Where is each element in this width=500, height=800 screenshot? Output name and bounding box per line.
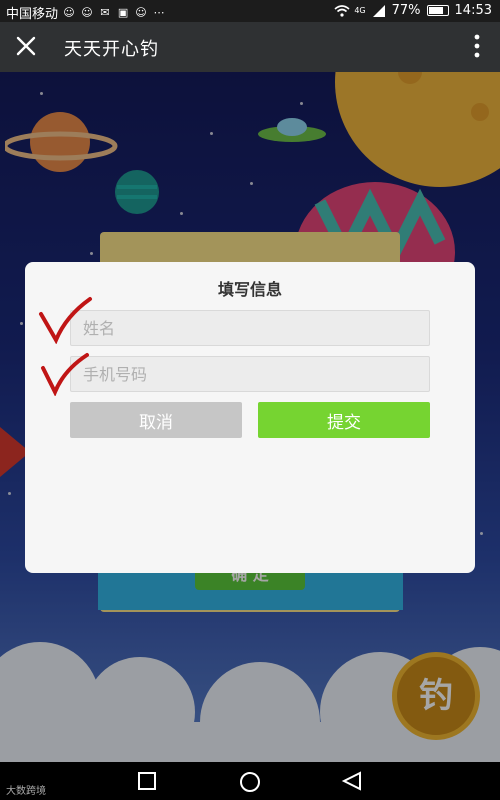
notification-icon: ☺	[135, 5, 147, 19]
more-menu-icon[interactable]	[474, 34, 480, 58]
checkmark-icon	[39, 297, 92, 344]
image-icon: ▣	[117, 5, 129, 19]
home-icon[interactable]	[239, 771, 261, 793]
notification-icon: ☺	[63, 5, 75, 19]
carrier-label: 中国移动	[6, 7, 59, 22]
battery-percent: 77%	[391, 3, 421, 18]
watermark-text: 大数跨境	[6, 786, 46, 797]
cancel-button[interactable]: 取消	[70, 402, 242, 438]
title-bar: 天天开心钓	[0, 22, 500, 72]
checkmark-icon	[41, 353, 89, 396]
close-icon[interactable]	[14, 34, 38, 58]
more-notifications-icon: ⋯	[153, 5, 165, 19]
phone-input[interactable]	[70, 356, 430, 392]
status-bar: 中国移动 ☺ ☺ ✉ ▣ ☺ ⋯ 4G 77% 14:53	[0, 0, 500, 22]
system-nav-bar: 大数跨境	[0, 762, 500, 800]
message-icon: ✉	[100, 5, 110, 19]
notification-icon: ☺	[81, 5, 93, 19]
clock: 14:53	[454, 3, 492, 18]
submit-button[interactable]: 提交	[258, 402, 430, 438]
wifi-icon	[334, 4, 350, 17]
network-type: 4G	[354, 6, 366, 15]
battery-icon	[426, 5, 449, 16]
name-input[interactable]	[70, 310, 430, 346]
back-icon[interactable]	[341, 771, 363, 791]
signal-icon	[372, 4, 386, 17]
page-title: 天天开心钓	[64, 39, 159, 60]
recent-apps-icon[interactable]	[137, 771, 157, 791]
